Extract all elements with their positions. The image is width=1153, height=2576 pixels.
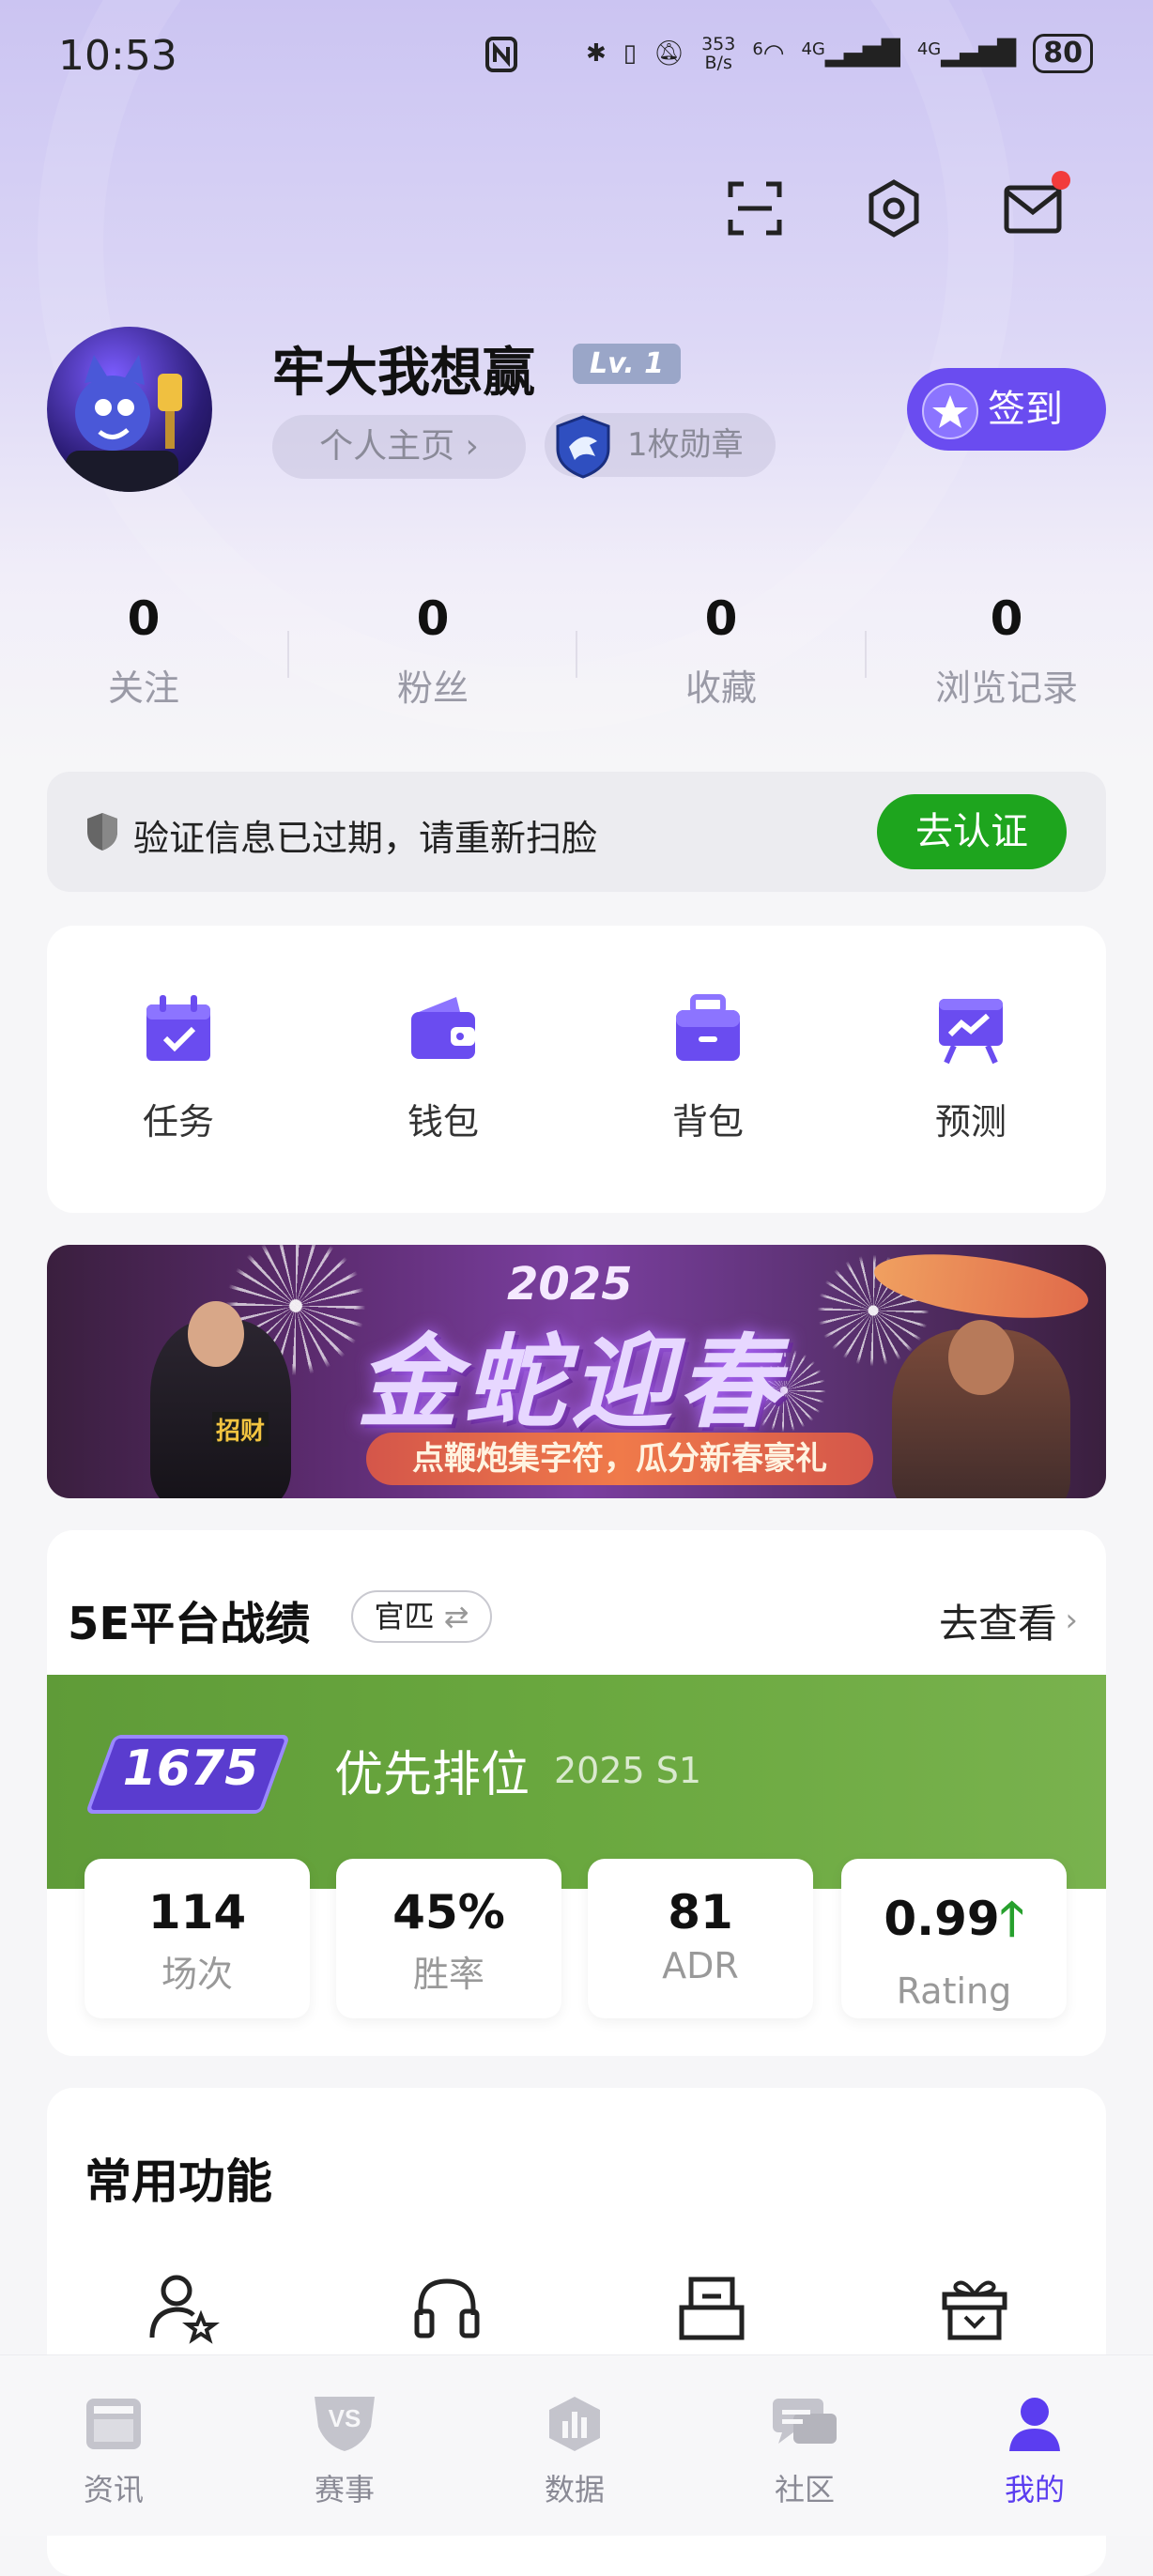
stat-favorites[interactable]: 0 收藏 [627, 591, 815, 711]
func-wallet[interactable]: 钱包 [349, 991, 537, 1144]
stat-fans[interactable]: 0 粉丝 [339, 591, 527, 711]
func-tasks[interactable]: 任务 [85, 991, 272, 1144]
gift-box-icon[interactable] [937, 2270, 1012, 2345]
record-stat-matches: 114 场次 [85, 1859, 310, 2018]
shield-icon [87, 813, 117, 851]
headset-icon[interactable] [409, 2270, 484, 2345]
banner-subtitle: 点鞭炮集字符，瓜分新春豪礼 [366, 1433, 873, 1485]
star-icon [922, 383, 978, 439]
level-badge: Lv. 1 [573, 344, 681, 384]
rank-mode: 优先排位 [334, 1747, 530, 1803]
signal-1-icon: 4G▂▄▆█ [801, 39, 900, 68]
vs-shield-icon: VS [315, 2397, 375, 2451]
username: 牢大我想赢 [272, 343, 535, 404]
stat-following[interactable]: 0 关注 [50, 591, 238, 711]
character-right-face [948, 1320, 1014, 1395]
mute-icon: 🔕︎ [653, 39, 685, 68]
chat-bubbles-icon [773, 2399, 837, 2444]
bag-icon [676, 994, 740, 1061]
settings-icon[interactable] [862, 176, 926, 240]
eagle-shield-icon [556, 415, 610, 479]
notification-dot [1052, 171, 1070, 190]
character-left-face [188, 1301, 244, 1367]
rank-season: 2025 S1 [554, 1750, 702, 1791]
tab-community[interactable]: 社区 [734, 2393, 875, 2509]
func-predict[interactable]: 预测 [877, 991, 1065, 1144]
record-card: 5E平台战绩 官匹 ⇄ 去查看 › 1675 优先排位 2025 S1 114 … [47, 1530, 1106, 2056]
avatar[interactable] [47, 327, 212, 492]
chevron-right-icon: › [465, 427, 479, 466]
record-stat-rating: 0.99🡑 Rating [841, 1859, 1067, 2018]
news-icon [86, 2399, 141, 2449]
quick-functions-card: 任务 钱包 背包 预测 [47, 926, 1106, 1213]
banner-badge: 招财 [212, 1412, 269, 1447]
calendar-check-icon [146, 995, 210, 1061]
bottom-tab-bar: 资讯 VS 赛事 数据 社区 我的 [0, 2354, 1153, 2536]
view-record-link[interactable]: 去查看 [939, 1592, 1057, 1649]
divider [576, 631, 577, 678]
swap-icon: ⇄ [443, 1599, 469, 1634]
verify-message: 验证信息已过期，请重新扫脸 [133, 818, 598, 859]
common-title: 常用功能 [85, 2154, 272, 2209]
arrow-up-icon: 🡑 [999, 1892, 1024, 1946]
signal-2-icon: 4G▂▄▆█ [916, 39, 1017, 68]
tab-me[interactable]: 我的 [964, 2393, 1105, 2509]
nfc-icon [485, 37, 517, 72]
battery-indicator: 80 [1033, 34, 1093, 73]
person-icon [1009, 2398, 1060, 2451]
mail-button[interactable] [1001, 171, 1070, 240]
banner-title: 金蛇迎春 [357, 1325, 786, 1442]
stat-history[interactable]: 0 浏览记录 [913, 591, 1100, 711]
medal-button[interactable]: 1枚勋章 [545, 413, 776, 479]
homepage-button[interactable]: 个人主页 › [272, 415, 526, 479]
user-star-icon[interactable] [145, 2270, 220, 2345]
divider [865, 631, 867, 678]
svg-text:VS: VS [329, 2404, 361, 2432]
verify-banner: 验证信息已过期，请重新扫脸 去认证 [47, 772, 1106, 892]
wallet-icon [411, 997, 475, 1059]
match-type-toggle[interactable]: 官匹 ⇄ [351, 1590, 492, 1643]
tab-data[interactable]: 数据 [504, 2393, 645, 2509]
record-stat-adr: 81 ADR [588, 1859, 813, 2018]
wifi-icon: 6◠ [752, 39, 785, 68]
status-time: 10:53 [58, 32, 177, 80]
record-title: 5E平台战绩 [68, 1598, 311, 1650]
box-icon[interactable] [674, 2270, 749, 2345]
data-chart-icon [549, 2397, 600, 2451]
promo-banner[interactable]: 招财 2025 金蛇迎春 点鞭炮集字符，瓜分新春豪礼 [47, 1245, 1106, 1498]
divider [287, 631, 289, 678]
scan-icon[interactable] [723, 176, 787, 240]
signin-button[interactable]: 签到 [907, 368, 1106, 451]
elo-value: 1675 [122, 1740, 259, 1797]
tab-events[interactable]: VS 赛事 [274, 2393, 415, 2509]
rank-banner[interactable]: 1675 优先排位 2025 S1 [47, 1675, 1106, 1889]
func-bag[interactable]: 背包 [614, 991, 802, 1144]
vibrate-icon: ▯ [623, 39, 638, 68]
status-icons: ✱ ▯ 🔕︎ 353 B/s 6◠ 4G▂▄▆█ 4G▂▄▆█ 80 [586, 34, 1093, 73]
net-speed: 353 B/s [701, 34, 736, 73]
easel-chart-icon [939, 999, 1003, 1065]
tab-news[interactable]: 资讯 [43, 2393, 184, 2509]
bluetooth-icon: ✱ [585, 39, 607, 68]
chevron-right-icon: › [1065, 1602, 1078, 1639]
verify-button[interactable]: 去认证 [877, 794, 1067, 869]
record-stat-winrate: 45% 胜率 [336, 1859, 561, 2018]
